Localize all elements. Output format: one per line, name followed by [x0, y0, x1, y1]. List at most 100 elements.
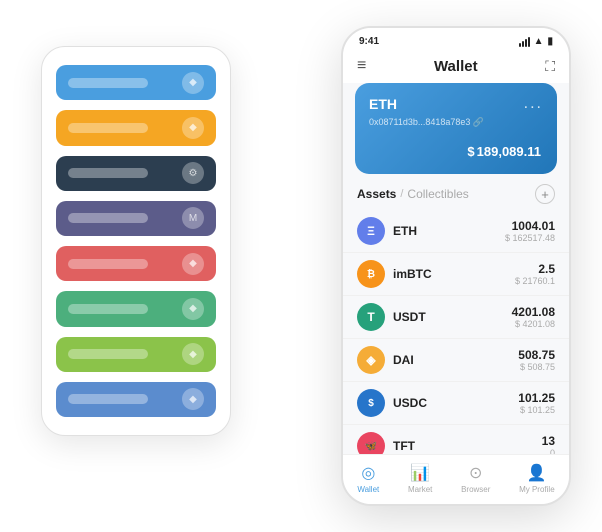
profile-nav-label: My Profile: [519, 485, 555, 494]
theme-card-bar-8: [68, 394, 148, 404]
imbtc-amount: 2.5: [515, 262, 555, 276]
dai-icon: ◈: [357, 346, 385, 374]
theme-card-icon-2: ◆: [182, 117, 204, 139]
eth-card-address: 0x08711d3b...8418a78e3 🔗: [369, 117, 543, 128]
status-time: 9:41: [359, 36, 379, 47]
browser-nav-icon: ⊙: [469, 463, 482, 483]
theme-card-2[interactable]: ◆: [56, 110, 216, 145]
tab-collectibles[interactable]: Collectibles: [407, 187, 468, 201]
theme-card-icon-4: M: [182, 207, 204, 229]
battery-icon: ▮: [547, 36, 553, 47]
eth-card-top: ETH ...: [369, 95, 543, 113]
add-asset-button[interactable]: +: [535, 184, 555, 204]
signal-icon: [519, 37, 530, 47]
status-icons: ▲ ▮: [519, 36, 553, 47]
theme-card-icon-1: ◆: [182, 72, 204, 94]
market-nav-label: Market: [408, 485, 432, 494]
usdc-icon: $: [357, 389, 385, 417]
usdt-values: 4201.08 $ 4201.08: [512, 305, 555, 329]
bottom-nav: ◎ Wallet 📊 Market ⊙ Browser 👤 My Profile: [343, 454, 569, 504]
list-item[interactable]: Ξ ETH 1004.01 $ 162517.48: [343, 210, 569, 253]
wallet-nav-label: Wallet: [357, 485, 379, 494]
tab-separator: /: [400, 188, 403, 200]
theme-card-3[interactable]: ⚙: [56, 156, 216, 191]
profile-nav-icon: 👤: [527, 463, 547, 483]
theme-card-bar-5: [68, 259, 148, 269]
list-item[interactable]: 🦋 TFT 13 0: [343, 425, 569, 454]
usdc-name: USDC: [393, 396, 518, 410]
usdt-icon: T: [357, 303, 385, 331]
eth-amount: 1004.01: [505, 219, 555, 233]
phone-header: ≡ Wallet ⛶: [343, 51, 569, 83]
asset-list: Ξ ETH 1004.01 $ 162517.48 ₿ imBTC 2.5 $ …: [343, 210, 569, 454]
imbtc-values: 2.5 $ 21760.1: [515, 262, 555, 286]
nav-browser[interactable]: ⊙ Browser: [461, 463, 490, 494]
back-phone: ◆ ◆ ⚙ M ◆ ◆ ◆ ◆: [41, 46, 231, 436]
dai-amount: 508.75: [518, 348, 555, 362]
wallet-nav-icon: ◎: [361, 463, 375, 483]
usdc-amount: 101.25: [518, 391, 555, 405]
theme-card-bar-6: [68, 304, 148, 314]
eth-icon: Ξ: [357, 217, 385, 245]
assets-tabs: Assets / Collectibles: [357, 187, 469, 201]
eth-card[interactable]: ETH ... 0x08711d3b...8418a78e3 🔗 $189,08…: [355, 83, 557, 174]
theme-card-5[interactable]: ◆: [56, 246, 216, 281]
market-nav-icon: 📊: [410, 463, 430, 483]
tft-name: TFT: [393, 439, 542, 453]
nav-profile[interactable]: 👤 My Profile: [519, 463, 555, 494]
status-bar: 9:41 ▲ ▮: [343, 28, 569, 51]
browser-nav-label: Browser: [461, 485, 490, 494]
eth-values: 1004.01 $ 162517.48: [505, 219, 555, 243]
eth-card-menu-icon[interactable]: ...: [524, 95, 543, 113]
theme-card-bar-3: [68, 168, 148, 178]
menu-icon[interactable]: ≡: [357, 57, 366, 75]
scan-icon[interactable]: ⛶: [545, 58, 555, 75]
theme-card-bar-1: [68, 78, 148, 88]
nav-wallet[interactable]: ◎ Wallet: [357, 463, 379, 494]
usdc-usd: $ 101.25: [518, 405, 555, 415]
eth-card-balance: $189,089.11: [369, 136, 543, 162]
theme-card-bar-4: [68, 213, 148, 223]
eth-card-label: ETH: [369, 96, 397, 112]
theme-card-6[interactable]: ◆: [56, 291, 216, 326]
balance-symbol: $: [467, 144, 474, 159]
list-item[interactable]: $ USDC 101.25 $ 101.25: [343, 382, 569, 425]
balance-amount: 189,089.11: [477, 144, 541, 159]
header-title: Wallet: [434, 58, 478, 75]
assets-header: Assets / Collectibles +: [343, 174, 569, 210]
theme-card-icon-5: ◆: [182, 253, 204, 275]
tft-amount: 13: [542, 434, 555, 448]
nav-market[interactable]: 📊 Market: [408, 463, 432, 494]
list-item[interactable]: ₿ imBTC 2.5 $ 21760.1: [343, 253, 569, 296]
theme-card-bar-2: [68, 123, 148, 133]
theme-card-1[interactable]: ◆: [56, 65, 216, 100]
theme-card-icon-7: ◆: [182, 343, 204, 365]
eth-name: ETH: [393, 224, 505, 238]
front-phone: 9:41 ▲ ▮ ≡ Wallet ⛶ ETH ...: [341, 26, 571, 506]
theme-card-7[interactable]: ◆: [56, 337, 216, 372]
dai-values: 508.75 $ 508.75: [518, 348, 555, 372]
theme-card-icon-3: ⚙: [182, 162, 204, 184]
scene: ◆ ◆ ⚙ M ◆ ◆ ◆ ◆: [21, 16, 581, 516]
imbtc-name: imBTC: [393, 267, 515, 281]
wifi-icon: ▲: [534, 36, 544, 47]
theme-card-icon-6: ◆: [182, 298, 204, 320]
eth-usd: $ 162517.48: [505, 233, 555, 243]
imbtc-icon: ₿: [357, 260, 385, 288]
usdt-amount: 4201.08: [512, 305, 555, 319]
tft-icon: 🦋: [357, 432, 385, 454]
theme-card-8[interactable]: ◆: [56, 382, 216, 417]
theme-card-4[interactable]: M: [56, 201, 216, 236]
imbtc-usd: $ 21760.1: [515, 276, 555, 286]
usdc-values: 101.25 $ 101.25: [518, 391, 555, 415]
dai-name: DAI: [393, 353, 518, 367]
usdt-name: USDT: [393, 310, 512, 324]
tft-values: 13 0: [542, 434, 555, 454]
tab-assets[interactable]: Assets: [357, 187, 396, 201]
theme-card-bar-7: [68, 349, 148, 359]
usdt-usd: $ 4201.08: [512, 319, 555, 329]
list-item[interactable]: T USDT 4201.08 $ 4201.08: [343, 296, 569, 339]
theme-card-icon-8: ◆: [182, 388, 204, 410]
dai-usd: $ 508.75: [518, 362, 555, 372]
list-item[interactable]: ◈ DAI 508.75 $ 508.75: [343, 339, 569, 382]
